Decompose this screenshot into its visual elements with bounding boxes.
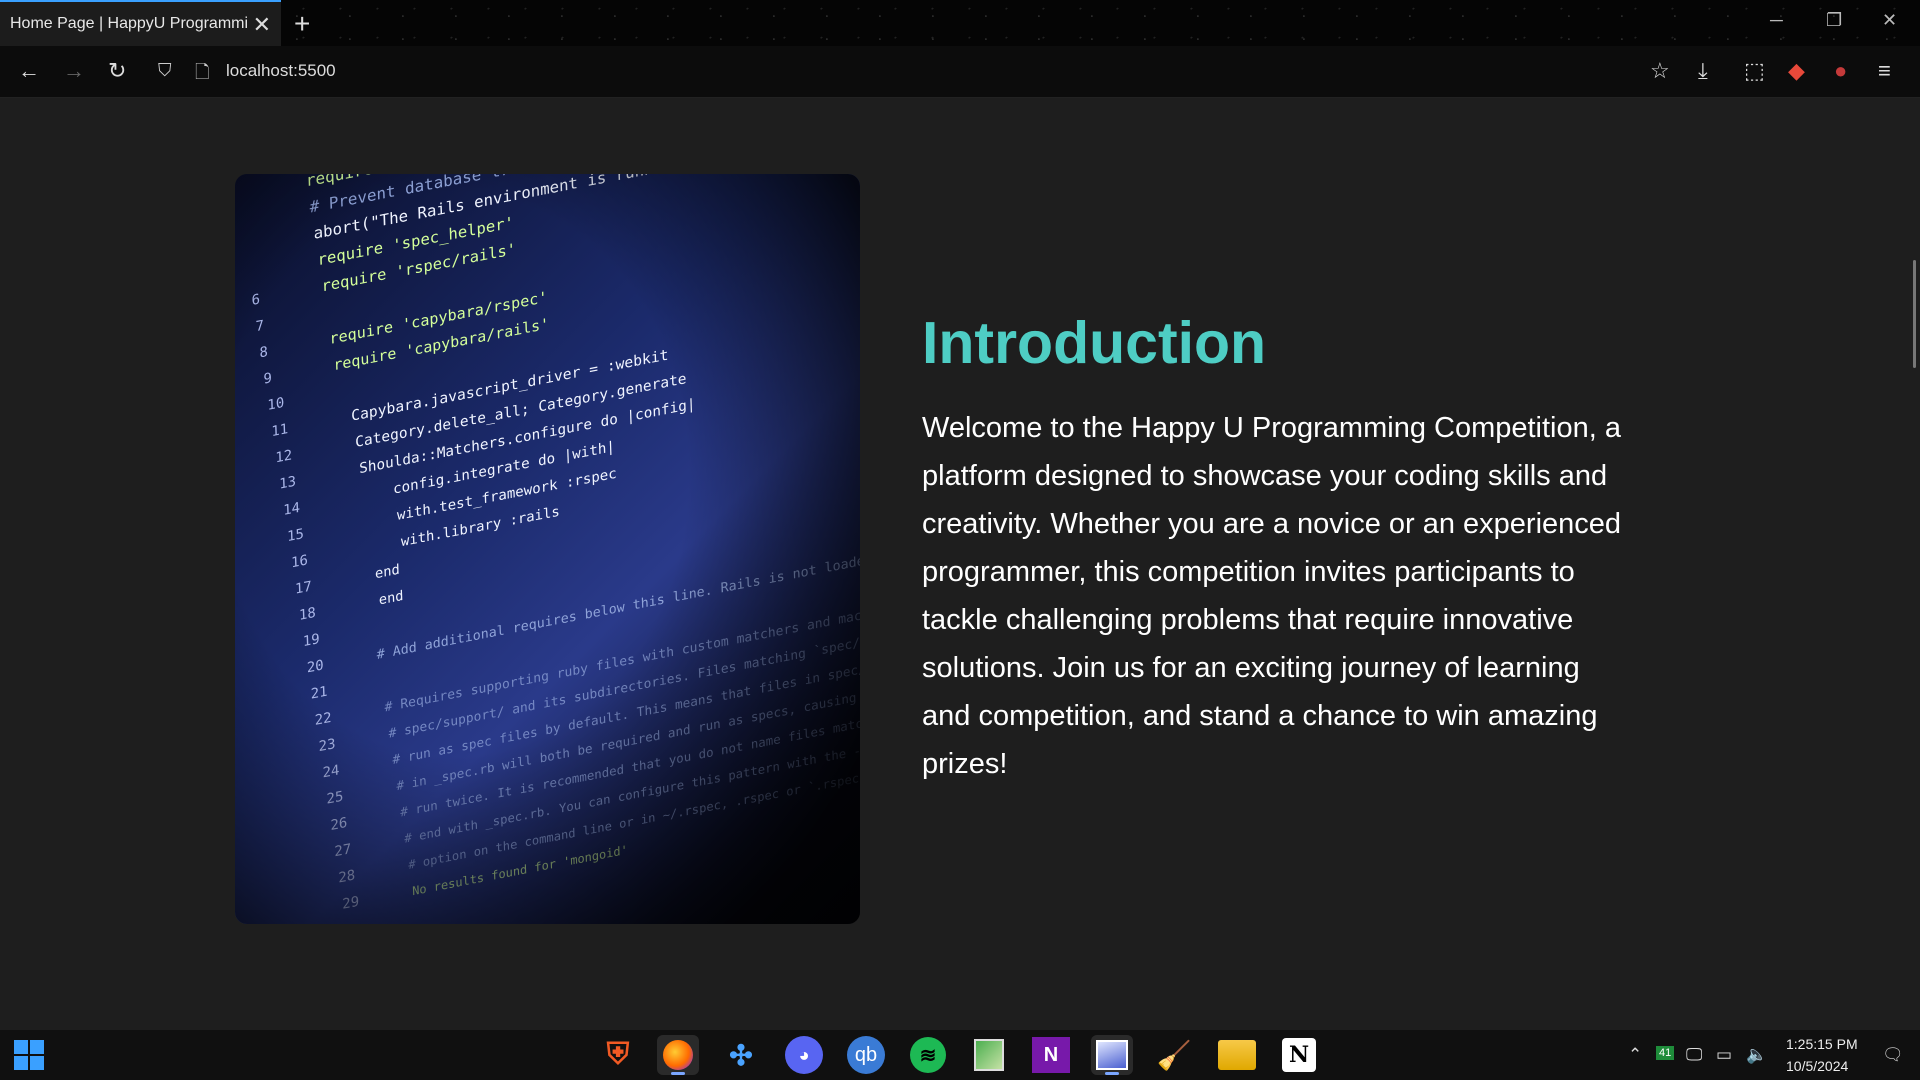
start-icon[interactable] (14, 1040, 44, 1070)
windows-taskbar: ⛨ ✣ ◕ qb ≋ N 🧹 N ⌃ 🖵 ▭ 🔈 🗨 (0, 1030, 1920, 1080)
notion-label: N (1282, 1038, 1316, 1072)
introduction-section: Introduction Welcome to the Happy U Prog… (922, 310, 1632, 788)
system-clock[interactable]: 1:25:15 PM 10/5/2024 (1786, 1033, 1858, 1077)
notepad-icon[interactable] (968, 1035, 1010, 1075)
file-explorer-icon[interactable] (1216, 1035, 1258, 1075)
extensions-icon[interactable]: ⬚ (1744, 58, 1765, 84)
battery-icon[interactable]: ▭ (1716, 1045, 1732, 1065)
bookmark-star-icon[interactable]: ☆ (1650, 58, 1670, 84)
onenote-icon[interactable]: N (1030, 1035, 1072, 1075)
window-close-icon[interactable]: ✕ (1882, 10, 1897, 31)
profile-extension-icon[interactable]: ● (1834, 58, 1847, 84)
notion-icon[interactable]: N (1278, 1035, 1320, 1075)
browser-tab[interactable]: Home Page | HappyU Programming ✕ (0, 0, 281, 46)
browser-navbar: ← → ↻ ⛉ 🗋 localhost:5500 ☆ ⤓ ⬚ ◆ ● ≡ (0, 46, 1920, 98)
restore-icon[interactable]: ❐ (1826, 10, 1842, 31)
network-icon[interactable]: 🖵 (1686, 1045, 1702, 1065)
scrollbar-thumb[interactable] (1913, 260, 1916, 368)
introduction-paragraph: Welcome to the Happy U Programming Compe… (922, 412, 1622, 780)
url-bar[interactable]: localhost:5500 (226, 61, 336, 81)
tray-badge[interactable]: 41 (1656, 1046, 1675, 1060)
spotify-icon[interactable]: ≋ (907, 1035, 949, 1075)
tab-close-icon[interactable]: ✕ (253, 12, 271, 38)
image-vignette (235, 174, 860, 924)
qbittorrent-icon[interactable]: qb (845, 1035, 887, 1075)
clock-time: 1:25:15 PM (1786, 1036, 1858, 1052)
volume-icon[interactable]: 🔈 (1746, 1045, 1767, 1065)
download-icon[interactable]: ⤓ (1698, 58, 1708, 84)
minimize-icon[interactable]: ─ (1770, 10, 1783, 31)
cleaner-icon[interactable]: 🧹 (1153, 1035, 1195, 1075)
page-viewport: require File.expand_path('../../config/e… (0, 98, 1920, 1030)
discord-icon[interactable]: ◕ (783, 1035, 825, 1075)
forward-icon[interactable]: → (63, 58, 85, 84)
reload-icon[interactable]: ↻ (108, 58, 126, 84)
code-image-canvas: require File.expand_path('../../config/e… (235, 174, 860, 924)
menu-icon[interactable]: ≡ (1878, 58, 1891, 84)
clock-date: 10/5/2024 (1786, 1058, 1849, 1074)
introduction-heading: Introduction (922, 310, 1267, 376)
vscodium-icon[interactable]: ✣ (720, 1035, 762, 1075)
firefox-icon[interactable] (657, 1035, 699, 1075)
tab-title: Home Page | HappyU Programming (10, 15, 248, 32)
code-screenshot-image: require File.expand_path('../../config/e… (235, 174, 860, 924)
notification-icon[interactable]: 🗨 (1882, 1045, 1904, 1065)
brave-icon[interactable]: ⛨ (597, 1035, 639, 1075)
qbittorrent-label: qb (847, 1036, 885, 1074)
shield-icon[interactable]: ⛉ (158, 60, 172, 81)
back-icon[interactable]: ← (18, 58, 40, 84)
browser-titlebar: Home Page | HappyU Programming ✕ + ─ ❐ ✕ (0, 0, 1920, 46)
onenote-label: N (1032, 1037, 1070, 1073)
eraser-extension-icon[interactable]: ◆ (1788, 58, 1805, 84)
new-tab-icon[interactable]: + (294, 8, 310, 40)
page-icon[interactable]: 🗋 (195, 60, 209, 90)
snipping-tool-icon[interactable] (1091, 1035, 1133, 1075)
tray-overflow-icon[interactable]: ⌃ (1628, 1045, 1642, 1065)
